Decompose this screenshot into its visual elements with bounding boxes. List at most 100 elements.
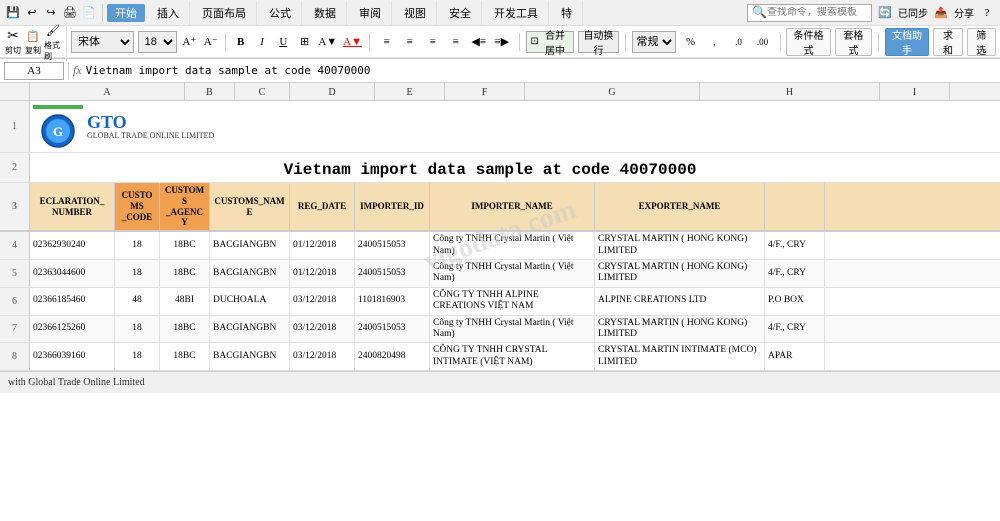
table-body: 4 02362930240 18 18BC BACGIANGBN 01/12/2… <box>0 232 1000 371</box>
tab-insert[interactable]: 插入 <box>147 1 190 25</box>
doc-assist-button[interactable]: 文档助手 <box>885 28 930 56</box>
auto-wrap-button[interactable]: 自动换行 <box>578 31 619 53</box>
cell-cagency-0: 18BC <box>160 232 210 259</box>
cell-regdate-3: 03/12/2018 <box>290 316 355 343</box>
tab-layout[interactable]: 页面布局 <box>192 1 257 25</box>
kai-shi-button[interactable]: 开始 <box>107 4 145 22</box>
title-cell: Vietnam import data sample at code 40070… <box>30 153 950 182</box>
align-justify-button[interactable]: ≡ <box>445 31 467 53</box>
format-paint-icon[interactable]: 🖌 <box>44 22 62 40</box>
font-color-button[interactable]: A▼ <box>342 31 363 53</box>
search-box[interactable]: 🔍 <box>747 4 872 22</box>
row-num-3: 3 <box>0 183 30 230</box>
sum-button[interactable]: 求和 <box>933 28 962 56</box>
col-header-c: C <box>235 83 290 101</box>
cell-decl-3: 02366125260 <box>30 316 115 343</box>
cell-ccode-3: 18 <box>115 316 160 343</box>
cell-impid-1: 2400515053 <box>355 260 430 287</box>
help-icon[interactable]: ? <box>978 4 996 22</box>
merge-icon: ⊡ <box>531 36 539 47</box>
fmt-sep-2 <box>369 33 370 51</box>
tab-data[interactable]: 数据 <box>304 1 347 25</box>
cell-decl-2: 02366185460 <box>30 288 115 315</box>
format-paint-label: 格式刷 <box>44 40 62 62</box>
align-right-button[interactable]: ≡ <box>422 31 444 53</box>
cell-ccode-2: 48 <box>115 288 160 315</box>
header-importer-name: IMPORTER_NAME <box>430 183 595 230</box>
filter-button[interactable]: 筛选 <box>967 28 996 56</box>
cond-format-button[interactable]: 条件格式 <box>786 28 831 56</box>
cell-extra-3: 4/F., CRY <box>765 316 825 343</box>
font-family-select[interactable]: 宋体 <box>71 31 134 53</box>
fill-color-button[interactable]: A▼ <box>317 31 338 53</box>
undo-icon[interactable]: ↩ <box>23 4 41 22</box>
font-size-decrease-icon[interactable]: A⁻ <box>202 31 219 53</box>
cell-cagency-2: 48BI <box>160 288 210 315</box>
row-num-corner <box>0 83 30 100</box>
font-size-select[interactable]: 18 <box>138 31 177 53</box>
cell-impid-3: 2400515053 <box>355 316 430 343</box>
indent-inc-button[interactable]: ≡▶ <box>491 31 513 53</box>
sheet-area: vigodata.com 1 G GTO GLOBAL TRADE ONLINE… <box>0 101 1000 371</box>
cell-ccode-1: 18 <box>115 260 160 287</box>
cell-reference-box[interactable]: A3 <box>4 62 64 80</box>
number-format-group: % , .0 .00 <box>680 31 774 53</box>
sync-label: 已同步 <box>898 5 928 20</box>
tab-security[interactable]: 安全 <box>439 1 482 25</box>
cell-extra-1: 4/F., CRY <box>765 260 825 287</box>
pct-button[interactable]: % <box>680 31 702 53</box>
font-size-increase-icon[interactable]: A⁺ <box>181 31 198 53</box>
merge-center-button[interactable]: ⊡ 合并居中 <box>526 31 575 53</box>
cell-impname-4: CÔNG TY TNHH CRYSTAL INTIMATE (VIỆT NAM) <box>430 343 595 370</box>
cell-impid-2: 1101816903 <box>355 288 430 315</box>
formula-input[interactable] <box>86 64 996 77</box>
cell-cname-0: BACGIANGBN <box>210 232 290 259</box>
indent-dec-button[interactable]: ◀≡ <box>468 31 490 53</box>
status-bar: with Global Trade Online Limited <box>0 371 1000 393</box>
bold-button[interactable]: B <box>232 31 249 53</box>
cell-decl-1: 02363044600 <box>30 260 115 287</box>
fmt-sep-1 <box>225 33 226 51</box>
row-num-6: 6 <box>0 288 30 315</box>
save-icon[interactable]: 💾 <box>4 4 22 22</box>
cell-extra-4: APAR <box>765 343 825 370</box>
logo-cell: G GTO GLOBAL TRADE ONLINE LIMITED <box>30 101 950 152</box>
comma-button[interactable]: , <box>704 31 726 53</box>
copy-icon[interactable]: 📋 <box>24 27 42 45</box>
col-header-i: I <box>880 83 950 101</box>
align-center-button[interactable]: ≡ <box>399 31 421 53</box>
new-icon[interactable]: 📄 <box>80 4 98 22</box>
tab-review[interactable]: 审阅 <box>349 1 392 25</box>
formula-bar: A3 fx <box>0 59 1000 83</box>
cut-icon[interactable]: ✂ <box>4 27 22 45</box>
logo-text: GTO GLOBAL TRADE ONLINE LIMITED <box>87 113 214 141</box>
redo-icon[interactable]: ↪ <box>42 4 60 22</box>
cell-extra-2: P.O BOX <box>765 288 825 315</box>
search-input[interactable] <box>767 7 867 18</box>
dec-increase-button[interactable]: .0 <box>728 31 750 53</box>
title-row: 2 Vietnam import data sample at code 400… <box>0 153 1000 183</box>
table-row: 7 02366125260 18 18BC BACGIANGBN 03/12/2… <box>0 316 1000 344</box>
tab-view[interactable]: 视图 <box>394 1 437 25</box>
border-button[interactable]: ⊞ <box>296 31 313 53</box>
table-format-button[interactable]: 套格式 <box>835 28 872 56</box>
align-left-button[interactable]: ≡ <box>376 31 398 53</box>
dec-decrease-button[interactable]: .00 <box>752 31 774 53</box>
italic-button[interactable]: I <box>253 31 270 53</box>
underline-button[interactable]: U <box>275 31 292 53</box>
logo-brand: GTO <box>87 113 214 131</box>
toolbar-icons-left: 💾 ↩ ↪ 🖨 📄 <box>4 4 98 22</box>
sync-icon[interactable]: 🔄 <box>876 4 894 22</box>
table-row: 4 02362930240 18 18BC BACGIANGBN 01/12/2… <box>0 232 1000 260</box>
print-icon[interactable]: 🖨 <box>61 4 79 22</box>
cell-decl-4: 02366039160 <box>30 343 115 370</box>
number-format-select[interactable]: 常规 <box>632 31 676 53</box>
cell-expname-3: CRYSTAL MARTIN ( HONG KONG) LIMITED <box>595 316 765 343</box>
row-num-7: 7 <box>0 316 30 343</box>
tab-dev[interactable]: 开发工具 <box>484 1 549 25</box>
col-header-g: G <box>525 83 700 101</box>
share-button[interactable]: 📤 <box>932 4 950 22</box>
tab-special[interactable]: 特 <box>551 1 583 25</box>
col-header-h: H <box>700 83 880 101</box>
tab-formula[interactable]: 公式 <box>259 1 302 25</box>
